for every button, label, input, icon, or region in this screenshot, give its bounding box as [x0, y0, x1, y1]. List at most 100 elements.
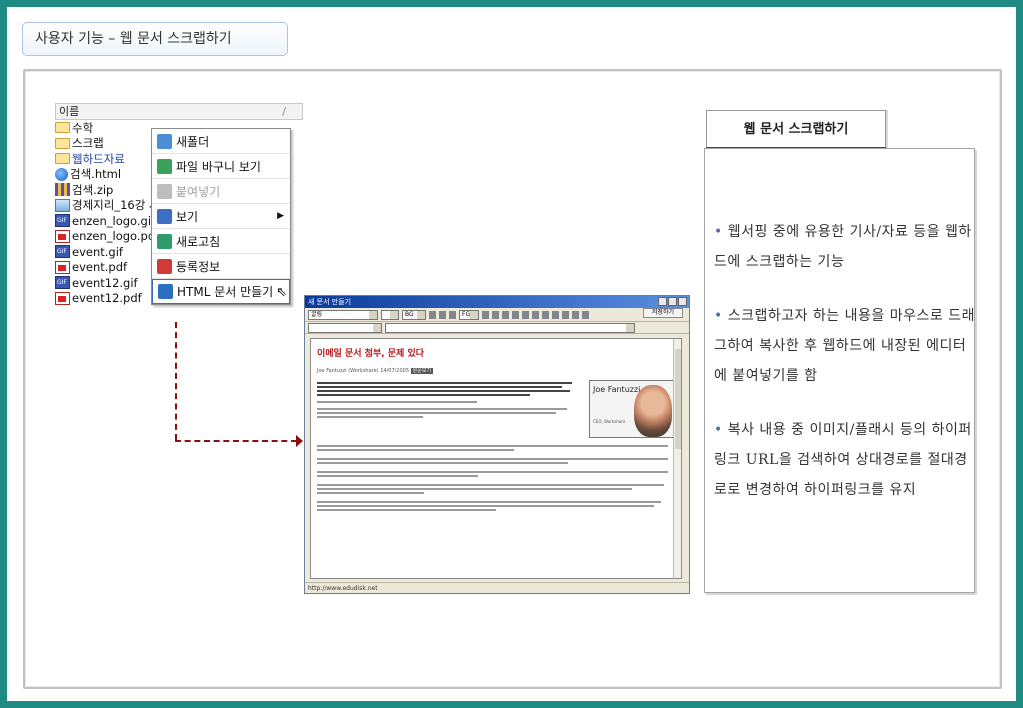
- image-icon[interactable]: [582, 310, 589, 319]
- gif-file-icon: [55, 245, 70, 259]
- pdf-file-icon: [55, 260, 70, 274]
- article-byline: Joe Fantuzzi (Workshare) 14/07/2005 원문보기: [317, 367, 675, 374]
- save-button[interactable]: 저장하기: [643, 308, 683, 318]
- editor-toolbar-row2: [305, 322, 689, 334]
- file-name: 경제지리_16강 세: [72, 198, 160, 213]
- name-column-label: 이름: [59, 105, 80, 118]
- context-menu-label: HTML 문서 만들기: [177, 285, 274, 299]
- bg-color-select[interactable]: BG: [402, 309, 426, 320]
- unordered-list-icon[interactable]: [492, 310, 499, 319]
- html-file-icon: [55, 167, 68, 181]
- photo-caption: CEO, Workshare: [593, 419, 626, 424]
- file-name: 수학: [72, 120, 94, 135]
- submenu-arrow-icon: ▶: [277, 211, 284, 221]
- context-menu-label: 새로고침: [176, 234, 221, 249]
- info-bullet-text: 복사 내용 중 이미지/플래시 등의 하이퍼링크 URL을 검색하여 상대경로를…: [714, 422, 972, 498]
- context-menu-item[interactable]: 등록정보: [152, 254, 290, 279]
- underline-icon[interactable]: [449, 310, 456, 319]
- url-select[interactable]: [385, 322, 635, 333]
- mouse-cursor-icon: ⇖: [276, 285, 287, 300]
- editor-content-area[interactable]: 이메일 문서 첨부, 문제 있다 Joe Fantuzzi (Workshare…: [310, 338, 682, 579]
- gif-file-icon: [55, 214, 70, 228]
- context-menu-label: 파일 바구니 보기: [176, 159, 261, 174]
- minimize-icon[interactable]: [658, 297, 667, 306]
- refresh-icon: [157, 233, 172, 249]
- link-icon[interactable]: [552, 310, 559, 319]
- file-name: event.gif: [72, 244, 123, 259]
- context-menu-item[interactable]: HTML 문서 만들기 ⇖: [152, 279, 290, 304]
- math-folder-icon: [55, 122, 70, 134]
- context-menu: 새폴더파일 바구니 보기붙여넣기보기 ▶ 새로고침등록정보 HTML 문서 만들기 ⇖: [151, 128, 291, 305]
- doc-file-icon: [55, 198, 70, 212]
- html-editor-window: 새 문서 만들기 굴림 BG FG 저장하기 이메일 문서 첨부, 문제 있다: [304, 295, 690, 594]
- context-menu-item[interactable]: 붙여넣기: [152, 179, 290, 204]
- pdf-file-icon: [55, 291, 70, 305]
- context-menu-item[interactable]: 파일 바구니 보기: [152, 154, 290, 179]
- file-name: enzen_logo.pdf: [72, 229, 160, 244]
- editor-status-bar: http://www.edudisk.net: [305, 582, 689, 593]
- pdf-file-icon: [55, 229, 70, 243]
- file-name: event12.gif: [72, 275, 138, 290]
- column-separator[interactable]: /: [282, 104, 286, 119]
- gif-file-icon: [55, 276, 70, 290]
- bold-icon[interactable]: [429, 310, 436, 319]
- italic-icon[interactable]: [439, 310, 446, 319]
- file-name: 웹하드자료: [72, 151, 125, 166]
- article-paragraph: [317, 484, 675, 494]
- new-folder-icon: [157, 133, 172, 149]
- info-bullet-text: 스크랩하고자 하는 내용을 마우스로 드래그하여 복사한 후 웹하드에 내장된 …: [714, 308, 975, 384]
- align-center-icon[interactable]: [532, 310, 539, 319]
- file-name: 검색.zip: [72, 182, 114, 197]
- context-menu-item[interactable]: 새폴더: [152, 129, 290, 154]
- context-menu-label: 보기: [176, 209, 199, 224]
- article-lead: [317, 380, 583, 438]
- align-left-icon[interactable]: [522, 310, 529, 319]
- article-paragraph: [317, 445, 675, 451]
- portrait-image: [634, 385, 672, 437]
- article-paragraph: [317, 471, 675, 477]
- info-heading: 웹 문서 스크랩하기: [706, 110, 886, 148]
- folder-icon: [55, 137, 70, 149]
- author-photo: Joe Fantuzzi CEO, Workshare: [589, 380, 675, 438]
- ordered-list-icon[interactable]: [482, 310, 489, 319]
- html-create-icon: [158, 284, 173, 299]
- editor-titlebar[interactable]: 새 문서 만들기: [305, 296, 689, 308]
- context-menu-item[interactable]: 보기 ▶: [152, 204, 290, 229]
- photo-name: Joe Fantuzzi: [593, 385, 641, 394]
- view-icon: [157, 208, 172, 224]
- context-menu-label: 새폴더: [176, 134, 210, 149]
- article-title: 이메일 문서 첨부, 문제 있다: [317, 349, 425, 359]
- close-icon[interactable]: [678, 297, 687, 306]
- file-name: enzen_logo.gif: [72, 213, 156, 228]
- connector-line-vertical: [175, 322, 177, 440]
- context-menu-label: 등록정보: [176, 259, 221, 274]
- table-icon[interactable]: [572, 310, 579, 319]
- zip-file-icon: [55, 183, 70, 197]
- font-select[interactable]: 굴림: [308, 309, 378, 320]
- context-menu-item[interactable]: 새로고침: [152, 229, 290, 254]
- paste-icon: [157, 183, 172, 199]
- file-name: event.pdf: [72, 260, 128, 275]
- hr-icon[interactable]: [562, 310, 569, 319]
- editor-scrollbar[interactable]: [673, 339, 681, 578]
- article-author: Joe Fantuzzi (Workshare) 14/07/2005: [317, 368, 410, 374]
- original-link-badge[interactable]: 원문보기: [410, 368, 434, 374]
- style-select[interactable]: [308, 322, 382, 333]
- file-name: 스크랩: [72, 136, 104, 151]
- info-bullet: • 스크랩하고자 하는 내용을 마우스로 드래그하여 복사한 후 웹하드에 내장…: [714, 308, 975, 384]
- outdent-icon[interactable]: [502, 310, 509, 319]
- editor-toolbar: 굴림 BG FG: [305, 308, 689, 322]
- file-name: 검색.html: [70, 167, 122, 182]
- properties-icon: [157, 258, 172, 274]
- align-right-icon[interactable]: [542, 310, 549, 319]
- folder-icon: [55, 153, 70, 165]
- info-bullet: • 웹서핑 중에 유용한 기사/자료 등을 웹하드에 스크랩하는 기능: [714, 224, 972, 270]
- article-paragraph: [317, 501, 675, 511]
- maximize-icon[interactable]: [668, 297, 677, 306]
- fg-color-select[interactable]: FG: [459, 309, 479, 320]
- size-select[interactable]: [381, 309, 399, 320]
- connector-line-horizontal: [175, 440, 297, 442]
- info-box: • 웹서핑 중에 유용한 기사/자료 등을 웹하드에 스크랩하는 기능 • 스크…: [704, 148, 975, 593]
- name-column-header[interactable]: 이름 /: [55, 103, 303, 120]
- indent-icon[interactable]: [512, 310, 519, 319]
